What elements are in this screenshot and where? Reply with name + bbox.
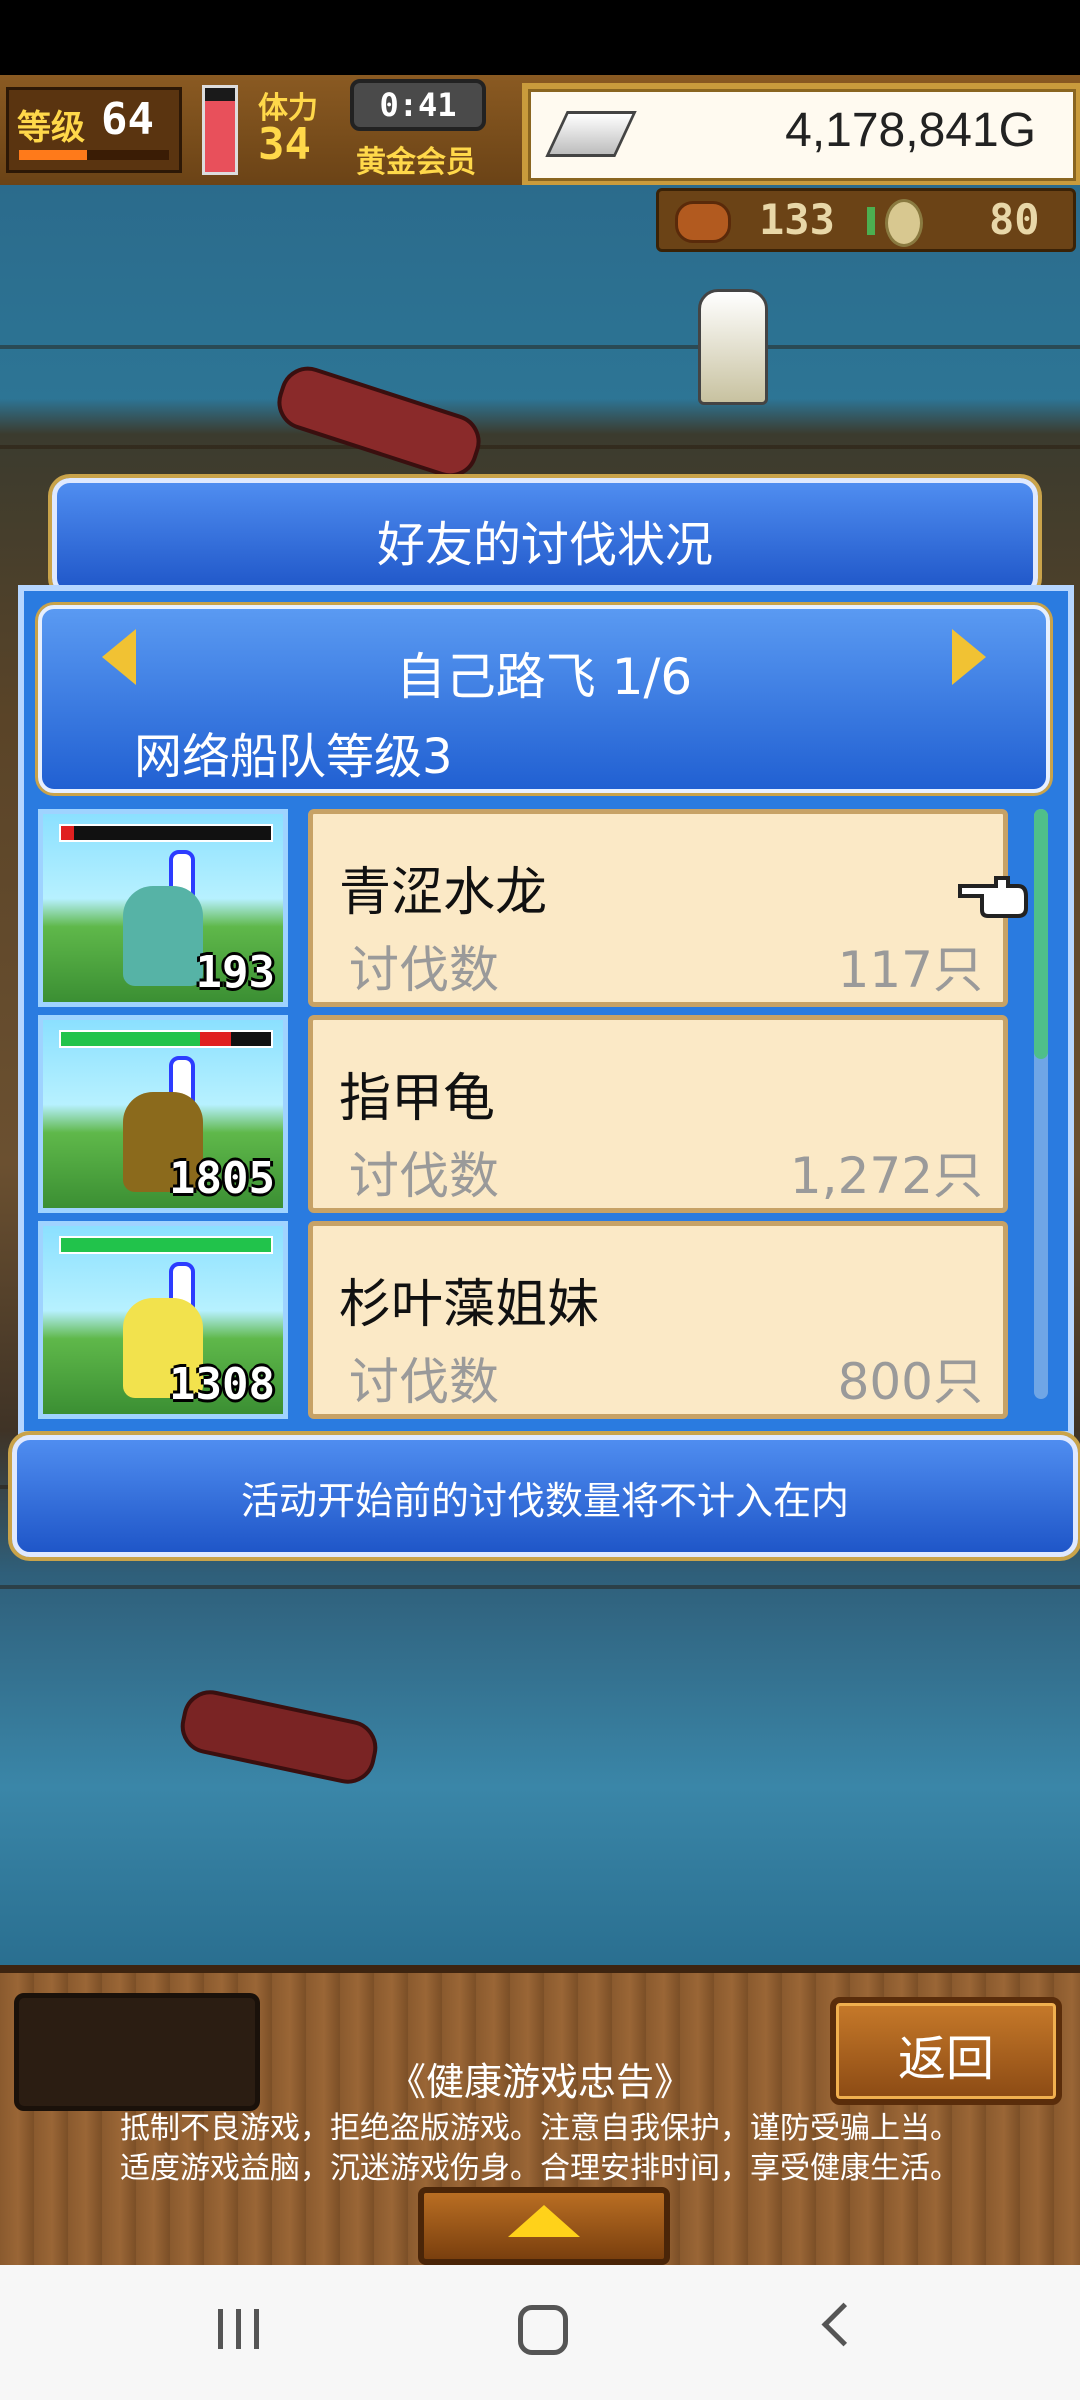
water-dragon-sprite: [123, 886, 203, 986]
status-bar: [0, 0, 1080, 75]
gold-amount: 4,178,841G: [785, 104, 1036, 157]
recents-icon[interactable]: [218, 2309, 260, 2349]
dialog-title-bar: 好友的讨伐状况: [52, 478, 1038, 596]
monster-thumbnail: 193: [38, 809, 288, 1007]
cannon-icon: [175, 1685, 383, 1789]
level-panel: 等级 64: [6, 87, 182, 173]
separator-mark: [867, 207, 875, 235]
hp-fill: [61, 1238, 271, 1252]
back-icon[interactable]: [821, 2302, 866, 2347]
arrow-right-icon[interactable]: [952, 629, 986, 685]
membership-badge: 黄金会员: [356, 145, 476, 180]
monster-level: 1805: [169, 1153, 275, 1204]
scrollbar-thumb[interactable]: [1034, 809, 1048, 1059]
hp-fill: [61, 1032, 200, 1046]
monster-name: 杉叶藻姐妹: [339, 1275, 600, 1335]
lantern-icon: [698, 289, 768, 405]
stamina-gauge: [202, 85, 238, 175]
system-nav-bar: [0, 2265, 1080, 2400]
friend-name: 自己路飞 1/6: [395, 648, 693, 706]
hp-bar: [59, 1236, 273, 1254]
hp-fill: [61, 826, 74, 840]
deck-plank: [0, 445, 1080, 449]
pointing-hand-icon: [958, 876, 1028, 918]
meat-count: 133: [759, 195, 835, 244]
monster-card: 青涩水龙 讨伐数 117只: [308, 809, 1008, 1007]
level-progress-bar: [19, 150, 169, 160]
monster-level: 1308: [169, 1359, 275, 1410]
health-advice-title: 《健康游戏忠告》: [387, 2060, 692, 2104]
monster-card: 指甲龟 讨伐数 1,272只: [308, 1015, 1008, 1213]
level-progress-fill: [19, 150, 87, 160]
monster-level: 193: [195, 947, 275, 998]
recents-bar: [254, 2309, 259, 2349]
monster-thumbnail: 1805: [38, 1015, 288, 1213]
cannon-icon: [270, 359, 488, 485]
meat-icon: [675, 201, 731, 243]
silver-bar-icon: [545, 111, 637, 157]
deck-plank: [0, 1585, 1080, 1589]
hunt-count-label: 讨伐数: [349, 941, 499, 999]
stamina-value: 34: [258, 119, 311, 170]
coin-icon: [885, 199, 923, 247]
monster-name: 青涩水龙: [339, 863, 548, 923]
hunt-count-value: 117只: [837, 941, 983, 999]
notice-banner: 活动开始前的讨伐数量将不计入在内: [12, 1435, 1078, 1557]
health-advice-line: 适度游戏益脑，沉迷游戏伤身。合理安排时间，享受健康生活。: [120, 2151, 960, 2186]
recents-bar: [218, 2309, 223, 2349]
resource-strip: 133 80: [656, 188, 1076, 252]
level-value: 64: [101, 94, 154, 145]
friend-header: 自己路飞 1/6 网络船队等级3: [38, 605, 1050, 793]
list-item[interactable]: 1308 杉叶藻姐妹 讨伐数 800只: [38, 1221, 1018, 1419]
hp-fill-damage: [199, 1032, 232, 1046]
list-item[interactable]: 193 青涩水龙 讨伐数 117只: [38, 809, 1018, 1007]
monster-card: 杉叶藻姐妹 讨伐数 800只: [308, 1221, 1008, 1419]
triangle-up-icon: [508, 2205, 580, 2237]
notice-text: 活动开始前的讨伐数量将不计入在内: [240, 1479, 849, 1523]
home-icon[interactable]: [518, 2305, 568, 2355]
deck-plank: [0, 345, 1080, 349]
dialog-title: 好友的讨伐状况: [376, 517, 713, 573]
scrollbar[interactable]: [1034, 809, 1048, 1399]
health-advice-line: 抵制不良游戏，拒绝盗版游戏。注意自我保护，谨防受骗上当。: [120, 2111, 960, 2146]
level-label: 等级: [17, 108, 85, 148]
monster-thumbnail: 1308: [38, 1221, 288, 1419]
hp-bar: [59, 1030, 273, 1048]
gold-panel: 4,178,841G: [522, 83, 1080, 187]
hunt-count-label: 讨伐数: [349, 1353, 499, 1411]
stamina-gauge-fill: [205, 100, 235, 172]
hunt-status-dialog: 自己路飞 1/6 网络船队等级3 193 青涩水龙 讨伐数 117只 1805: [18, 585, 1074, 1437]
hud-bar: 等级 64 体力 34 0:41 黄金会员 4,178,841G: [0, 75, 1080, 189]
fleet-level: 网络船队等级3: [134, 729, 453, 785]
hp-bar: [59, 824, 273, 842]
hunt-count-label: 讨伐数: [349, 1147, 499, 1205]
coin-count: 80: [989, 195, 1040, 244]
recents-bar: [236, 2309, 241, 2349]
stamina-timer: 0:41: [350, 79, 486, 131]
list-item[interactable]: 1805 指甲龟 讨伐数 1,272只: [38, 1015, 1018, 1213]
bottom-panel: 返回 《健康游戏忠告》 抵制不良游戏，拒绝盗版游戏。注意自我保护，谨防受骗上当。…: [0, 1965, 1080, 2273]
monster-name: 指甲龟: [339, 1069, 496, 1129]
hunt-count-value: 1,272只: [789, 1147, 983, 1205]
expand-menu-button[interactable]: [418, 2187, 670, 2265]
hunt-count-value: 800只: [837, 1353, 983, 1411]
